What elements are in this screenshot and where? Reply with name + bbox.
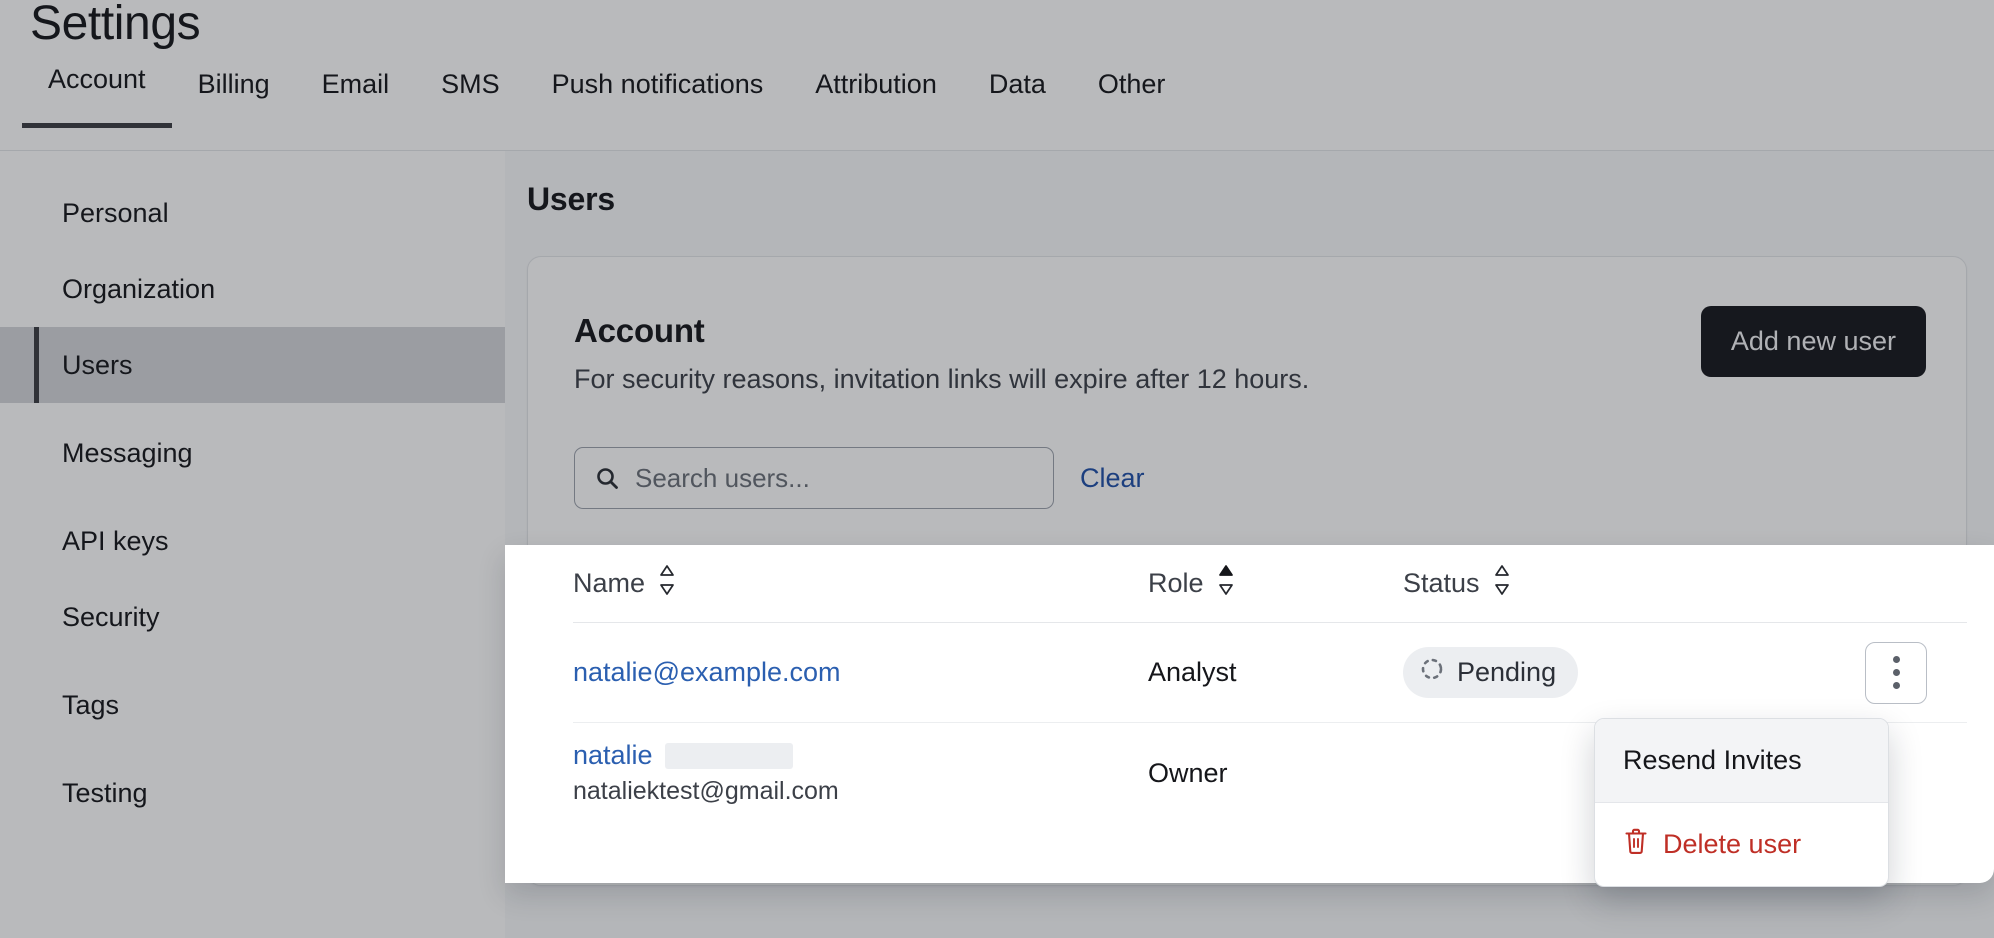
add-new-user-button[interactable]: Add new user <box>1701 306 1926 377</box>
user-name-stack: natalie nataliektest@gmail.com <box>573 740 1148 806</box>
kebab-dot <box>1893 656 1900 663</box>
tab-billing[interactable]: Billing <box>172 71 296 128</box>
redacted-name-block <box>665 743 793 769</box>
menu-item-delete-user[interactable]: Delete user <box>1595 803 1888 886</box>
users-heading: Users <box>527 181 615 218</box>
user-secondary-email: nataliektest@gmail.com <box>573 777 1148 806</box>
table-row: natalie@example.com Analyst Pending <box>573 623 1967 723</box>
settings-sidebar: Personal Organization Users Messaging AP… <box>0 151 505 938</box>
sidebar-item-api-keys[interactable]: API keys <box>0 503 505 579</box>
settings-header: Settings Account Billing Email SMS Push … <box>0 0 1994 151</box>
tab-sms[interactable]: SMS <box>415 71 526 128</box>
search-icon <box>595 466 619 490</box>
user-email-link[interactable]: natalie@example.com <box>573 657 841 687</box>
sidebar-item-organization[interactable]: Organization <box>0 251 505 327</box>
column-header-name[interactable]: Name <box>573 563 1148 604</box>
sidebar-item-tags[interactable]: Tags <box>0 667 505 743</box>
cell-role: Owner <box>1148 758 1403 789</box>
menu-item-delete-user-label: Delete user <box>1663 829 1801 860</box>
kebab-menu-icon[interactable] <box>1865 642 1927 704</box>
settings-users-page: Settings Account Billing Email SMS Push … <box>0 0 1994 938</box>
card-header: Account For security reasons, invitation… <box>574 312 1634 395</box>
user-name-row: natalie <box>573 740 1148 771</box>
column-header-role-label: Role <box>1148 568 1204 599</box>
status-badge: Pending <box>1403 647 1578 698</box>
card-subtitle: For security reasons, invitation links w… <box>574 364 1634 395</box>
kebab-dot <box>1893 669 1900 676</box>
search-box[interactable] <box>574 447 1054 509</box>
card-title: Account <box>574 312 1634 350</box>
sidebar-item-personal[interactable]: Personal <box>0 175 505 251</box>
cell-name: natalie@example.com <box>573 657 1148 688</box>
sidebar-item-testing[interactable]: Testing <box>0 755 505 831</box>
clear-search-link[interactable]: Clear <box>1080 463 1145 494</box>
cell-status: Pending <box>1403 647 1823 698</box>
search-users-input[interactable] <box>575 448 1053 508</box>
tab-attribution[interactable]: Attribution <box>789 71 963 128</box>
menu-item-resend-invites-label: Resend Invites <box>1623 745 1802 776</box>
sort-none-icon <box>658 563 676 604</box>
column-header-role[interactable]: Role <box>1148 563 1403 604</box>
sidebar-item-security[interactable]: Security <box>0 579 505 655</box>
table-header-row: Name Role <box>573 545 1967 623</box>
tab-push-notifications[interactable]: Push notifications <box>526 71 790 128</box>
sidebar-item-users[interactable]: Users <box>0 327 505 403</box>
sort-ascending-icon <box>1217 563 1235 604</box>
row-action-menu: Resend Invites Delete user <box>1594 718 1889 887</box>
sidebar-item-messaging[interactable]: Messaging <box>0 415 505 491</box>
spinner-dotted-icon <box>1419 656 1445 689</box>
kebab-dot <box>1893 682 1900 689</box>
user-name-link[interactable]: natalie <box>573 740 653 771</box>
column-header-status-label: Status <box>1403 568 1480 599</box>
search-row: Clear <box>574 447 1145 509</box>
cell-actions <box>1823 642 1967 704</box>
page-title: Settings <box>30 0 200 51</box>
cell-role: Analyst <box>1148 657 1403 688</box>
settings-tabbar: Account Billing Email SMS Push notificat… <box>22 66 1191 128</box>
trash-icon <box>1623 827 1649 862</box>
status-badge-label: Pending <box>1457 657 1556 688</box>
menu-item-resend-invites[interactable]: Resend Invites <box>1595 719 1888 802</box>
column-header-status[interactable]: Status <box>1403 563 1823 604</box>
cell-name: natalie nataliektest@gmail.com <box>573 740 1148 806</box>
tab-account[interactable]: Account <box>22 66 172 128</box>
sort-none-icon <box>1493 563 1511 604</box>
tab-other[interactable]: Other <box>1072 71 1192 128</box>
tab-email[interactable]: Email <box>296 71 416 128</box>
column-header-name-label: Name <box>573 568 645 599</box>
tab-data[interactable]: Data <box>963 71 1072 128</box>
